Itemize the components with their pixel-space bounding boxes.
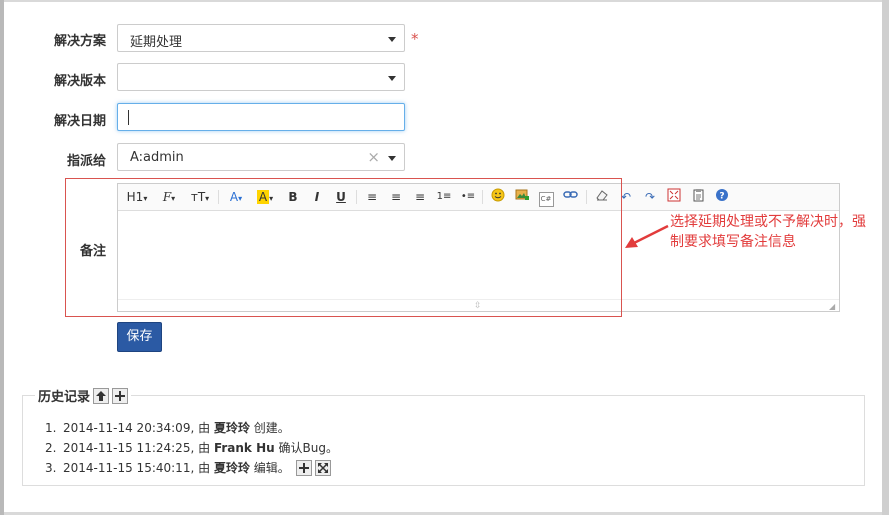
annotation-highlight-box [65, 178, 622, 317]
annotation-arrow-icon [625, 224, 669, 248]
history-item: 2. 2014-11-15 11:24:25, 由 Frank Hu 确认Bug… [45, 441, 338, 455]
history-list: 1. 2014-11-14 20:34:09, 由 夏玲玲 创建。 2. 201… [45, 418, 338, 478]
history-title-text: 历史记录 [38, 390, 91, 405]
resolution-value: 延期处理 [130, 35, 183, 50]
expand-plus-icon[interactable] [295, 460, 312, 476]
assign-select[interactable]: A:admin × [117, 143, 405, 171]
chevron-down-icon [388, 76, 396, 81]
date-input[interactable] [117, 103, 405, 131]
help-icon[interactable]: ? [714, 188, 730, 206]
resize-grip-icon[interactable]: ◢ [829, 303, 837, 311]
required-mark: * [411, 30, 419, 48]
history-item: 3. 2014-11-15 15:40:11, 由 夏玲玲 编辑。 [45, 458, 338, 478]
save-button[interactable]: 保存 [117, 322, 162, 352]
history-title: 历史记录 [35, 386, 132, 405]
clear-icon[interactable]: × [367, 148, 380, 166]
assign-value: A:admin [130, 150, 184, 165]
version-label: 解决版本 [53, 74, 106, 89]
resolution-label: 解决方案 [53, 34, 106, 49]
svg-text:?: ? [719, 192, 724, 202]
version-select[interactable] [117, 63, 405, 91]
resolution-select[interactable]: 延期处理 [117, 24, 405, 52]
redo-icon[interactable]: ↷ [642, 188, 658, 206]
text-cursor [128, 110, 129, 125]
window-frame-top [4, 0, 882, 2]
chevron-down-icon [388, 37, 396, 42]
collapse-up-icon[interactable] [93, 387, 110, 404]
history-item: 1. 2014-11-14 20:34:09, 由 夏玲玲 创建。 [45, 421, 290, 435]
fullscreen-icon[interactable] [666, 188, 682, 206]
paste-icon[interactable] [690, 188, 706, 206]
date-label: 解决日期 [53, 114, 106, 129]
history-panel: 历史记录 1. 2014-11-14 20:34:09, 由 夏玲玲 创建。 2… [22, 386, 865, 486]
fullscreen-expand-icon[interactable] [314, 460, 331, 476]
chevron-down-icon [388, 156, 396, 161]
assign-label: 指派给 [66, 154, 106, 169]
annotation-text: 选择延期处理或不予解决时，强制要求填写备注信息 [670, 214, 866, 250]
expand-plus-icon[interactable] [112, 387, 129, 404]
window-frame-right [882, 0, 889, 515]
